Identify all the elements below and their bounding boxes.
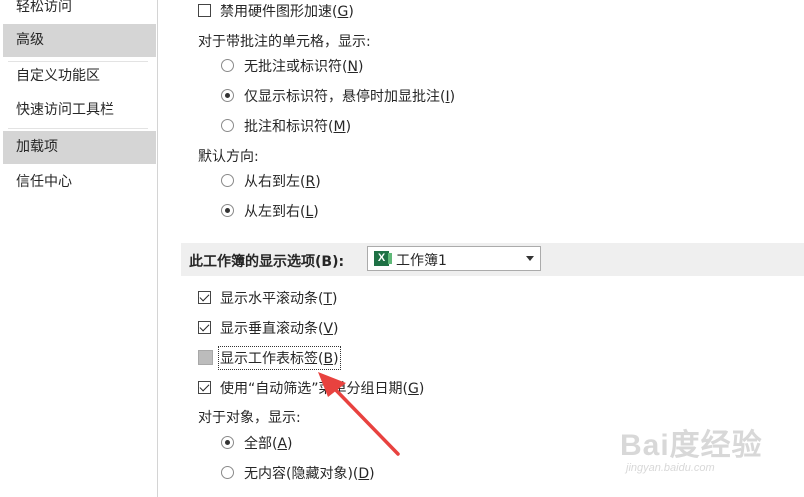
baidu-watermark: Bai度经验 jingyan.baidu.com	[620, 429, 763, 474]
